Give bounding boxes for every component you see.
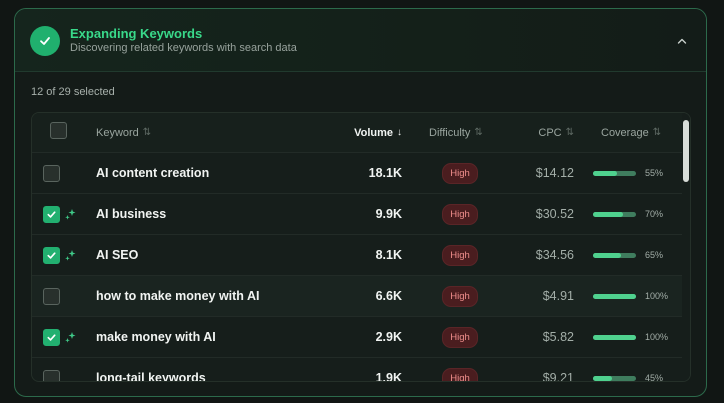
coverage-bar-fill: [593, 170, 617, 176]
cpc-cell: $9.21: [542, 371, 574, 382]
coverage-bar-fill: [593, 252, 621, 258]
cpc-cell: $5.82: [542, 330, 574, 344]
difficulty-cell: High: [440, 276, 480, 316]
coverage-bar: [593, 170, 636, 176]
cpc-cell: $14.12: [535, 166, 574, 180]
coverage-cell: 45%: [593, 358, 673, 382]
table-row[interactable]: AI business 9.9K High $30.52 70%: [32, 194, 684, 235]
collapse-button[interactable]: [672, 31, 692, 51]
row-checkbox[interactable]: [43, 288, 60, 305]
keyword-cell: make money with AI: [96, 330, 216, 344]
difficulty-badge: High: [442, 285, 478, 307]
check-icon: [30, 26, 60, 56]
difficulty-cell: High: [440, 317, 480, 357]
keyword-cell: how to make money with AI: [96, 289, 260, 303]
coverage-cell: 55%: [593, 153, 673, 193]
sort-icon: ⇅: [142, 127, 152, 138]
coverage-bar: [593, 334, 636, 340]
volume-cell: 18.1K: [368, 166, 402, 180]
coverage-cell: 100%: [593, 276, 673, 316]
select-all-checkbox[interactable]: [50, 122, 67, 139]
coverage-bar: [593, 375, 636, 381]
sparkle-icon: [64, 331, 77, 344]
sparkle-icon: [64, 249, 77, 262]
table-row[interactable]: AI content creation 18.1K High $14.12 55%: [32, 153, 684, 194]
expanding-keywords-panel: Expanding Keywords Discovering related k…: [14, 8, 707, 397]
difficulty-badge: High: [442, 244, 478, 266]
coverage-bar-fill: [593, 334, 636, 340]
sort-icon: ⇅: [474, 127, 483, 138]
column-header-keyword[interactable]: Keyword ⇅: [96, 113, 151, 152]
coverage-cell: 70%: [593, 194, 673, 234]
keyword-cell: AI SEO: [96, 248, 139, 262]
coverage-label: 70%: [645, 209, 664, 219]
cpc-cell: $30.52: [535, 207, 574, 221]
row-checkbox[interactable]: [43, 370, 60, 381]
difficulty-badge: High: [442, 203, 478, 225]
coverage-label: 55%: [645, 168, 664, 178]
coverage-label: 100%: [645, 332, 669, 342]
coverage-label: 45%: [645, 373, 664, 382]
keyword-table: Keyword ⇅ Volume ↓ Difficulty ⇅ CPC ⇅ Covera…: [31, 112, 691, 382]
coverage-bar: [593, 252, 636, 258]
coverage-bar-fill: [593, 293, 636, 299]
chevron-up-icon: [677, 38, 687, 44]
table-header-row: Keyword ⇅ Volume ↓ Difficulty ⇅ CPC ⇅ Covera…: [32, 113, 684, 153]
difficulty-cell: High: [440, 194, 480, 234]
column-header-difficulty[interactable]: Difficulty ⇅: [429, 113, 483, 152]
coverage-label: 100%: [645, 291, 669, 301]
difficulty-cell: High: [440, 153, 480, 193]
volume-cell: 8.1K: [375, 248, 402, 262]
cpc-cell: $4.91: [542, 289, 574, 303]
cpc-cell: $34.56: [535, 248, 574, 262]
scrollbar-thumb[interactable]: [683, 120, 689, 182]
coverage-label: 65%: [645, 250, 664, 260]
sort-icon: ⇅: [565, 127, 574, 138]
coverage-cell: 65%: [593, 235, 673, 275]
sparkle-icon: [64, 208, 77, 221]
coverage-bar: [593, 211, 636, 217]
table-row[interactable]: make money with AI 2.9K High $5.82 100%: [32, 317, 684, 358]
table-row[interactable]: AI SEO 8.1K High $34.56 65%: [32, 235, 684, 276]
row-checkbox[interactable]: [43, 165, 60, 182]
panel-subtitle: Discovering related keywords with search…: [70, 42, 297, 54]
coverage-bar-fill: [593, 211, 624, 217]
volume-cell: 1.9K: [375, 371, 402, 382]
keyword-cell: AI content creation: [96, 166, 210, 180]
panel-title: Expanding Keywords: [70, 26, 203, 41]
column-header-volume[interactable]: Volume ↓: [354, 113, 402, 152]
difficulty-badge: High: [442, 162, 478, 184]
table-scrollbar[interactable]: [682, 113, 690, 381]
volume-cell: 2.9K: [375, 330, 402, 344]
arrow-down-icon: ↓: [397, 127, 402, 138]
keyword-cell: AI business: [96, 207, 167, 221]
sort-icon: ⇅: [652, 127, 662, 138]
row-checkbox[interactable]: [43, 206, 60, 223]
coverage-cell: 100%: [593, 317, 673, 357]
volume-cell: 9.9K: [375, 207, 402, 221]
keyword-cell: long-tail keywords: [96, 371, 206, 382]
panel-header[interactable]: Expanding Keywords Discovering related k…: [15, 9, 706, 72]
difficulty-cell: High: [440, 358, 480, 381]
selection-summary: 12 of 29 selected: [31, 86, 115, 98]
table-row[interactable]: how to make money with AI 6.6K High $4.91 10…: [32, 276, 684, 317]
column-header-coverage[interactable]: Coverage ⇅: [601, 113, 661, 152]
coverage-bar: [593, 293, 636, 299]
difficulty-badge: High: [442, 367, 478, 381]
coverage-bar-fill: [593, 375, 613, 381]
column-header-cpc[interactable]: CPC ⇅: [538, 113, 574, 152]
row-checkbox[interactable]: [43, 329, 60, 346]
row-checkbox[interactable]: [43, 247, 60, 264]
difficulty-cell: High: [440, 235, 480, 275]
difficulty-badge: High: [442, 326, 478, 348]
table-row[interactable]: long-tail keywords 1.9K High $9.21 45%: [32, 358, 684, 382]
volume-cell: 6.6K: [375, 289, 402, 303]
